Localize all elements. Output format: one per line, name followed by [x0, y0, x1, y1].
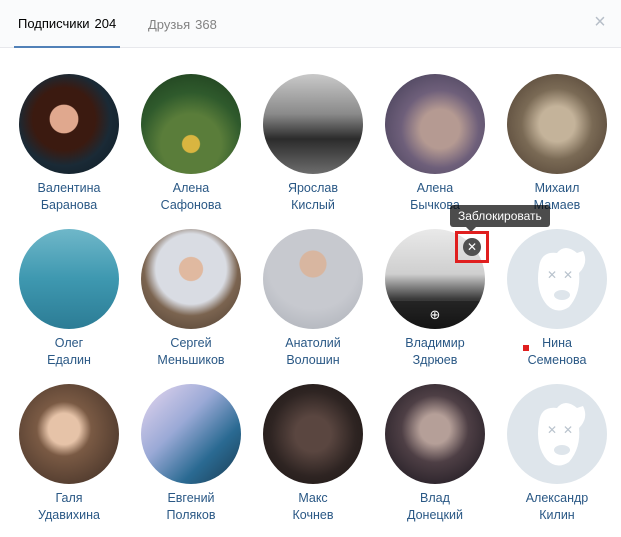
- avatar[interactable]: [19, 74, 119, 174]
- list-item: Галя Удавихина: [7, 384, 131, 524]
- last-name: Волошин: [286, 353, 340, 367]
- person-name[interactable]: Влад Донецкий: [373, 490, 497, 524]
- list-item: Евгений Поляков: [129, 384, 253, 524]
- first-name: Валентина: [37, 181, 101, 195]
- first-name: Ярослав: [287, 181, 339, 195]
- first-name: Алена: [172, 181, 210, 195]
- avatar[interactable]: [19, 229, 119, 329]
- first-name: Влад: [420, 491, 450, 505]
- last-name: Удавихина: [38, 508, 100, 522]
- list-item: Валентина Баранова: [7, 74, 131, 214]
- default-avatar-icon: ✕ ✕: [538, 248, 586, 311]
- tab-friends-count: 368: [195, 16, 217, 32]
- avatar[interactable]: [19, 384, 119, 484]
- list-item: Макс Кочнев: [251, 384, 375, 524]
- person-name[interactable]: Олег Едалин: [7, 335, 131, 369]
- list-item: Алена Сафонова: [129, 74, 253, 214]
- block-button[interactable]: ✕: [455, 231, 489, 263]
- avatar[interactable]: [141, 74, 241, 174]
- person-name[interactable]: Макс Кочнев: [251, 490, 375, 524]
- first-name: Евгений: [167, 491, 215, 505]
- svg-text:✕: ✕: [547, 423, 557, 437]
- close-icon[interactable]: ×: [589, 11, 611, 33]
- marker-dot: [523, 345, 529, 351]
- tabs-header: Подписчики 204 Друзья 368 ×: [0, 0, 621, 48]
- svg-text:✕: ✕: [563, 423, 573, 437]
- last-name: Едалин: [47, 353, 91, 367]
- list-item: Олег Едалин: [7, 229, 131, 369]
- person-name[interactable]: Валентина Баранова: [7, 180, 131, 214]
- avatar[interactable]: [141, 384, 241, 484]
- last-name: Кислый: [291, 198, 335, 212]
- last-name: Донецкий: [406, 508, 463, 522]
- list-item: ✕ ✕ Нина Семенова: [495, 229, 619, 369]
- avatar[interactable]: [385, 384, 485, 484]
- person-name[interactable]: Галя Удавихина: [7, 490, 131, 524]
- list-item: Сергей Меньшиков: [129, 229, 253, 369]
- avatar[interactable]: ✕ ✕: [507, 229, 607, 329]
- avatar[interactable]: [141, 229, 241, 329]
- person-name[interactable]: Владимир Здрюев: [373, 335, 497, 369]
- tab-subscribers[interactable]: Подписчики 204: [14, 0, 121, 48]
- last-name: Баранова: [40, 198, 98, 212]
- list-item: Влад Донецкий: [373, 384, 497, 524]
- first-name: Макс: [298, 491, 328, 505]
- first-name: Алена: [416, 181, 454, 195]
- avatar[interactable]: [263, 229, 363, 329]
- person-name[interactable]: Алена Сафонова: [129, 180, 253, 214]
- person-name[interactable]: Сергей Меньшиков: [129, 335, 253, 369]
- list-item: Алена Бычкова: [373, 74, 497, 214]
- avatar[interactable]: [263, 74, 363, 174]
- first-name: Сергей: [170, 336, 212, 350]
- first-name: Анатолий: [285, 336, 341, 350]
- tab-subscribers-count: 204: [94, 15, 117, 31]
- last-name: Сафонова: [160, 198, 222, 212]
- tab-subscribers-label: Подписчики: [18, 15, 90, 31]
- avatar[interactable]: [385, 74, 485, 174]
- last-name: Меньшиков: [157, 353, 225, 367]
- block-tooltip: Заблокировать: [450, 205, 550, 232]
- last-name: Поляков: [166, 508, 216, 522]
- last-name: Кочнев: [292, 508, 334, 522]
- tab-friends-label: Друзья: [148, 16, 191, 32]
- list-item: Анатолий Волошин: [251, 229, 375, 369]
- person-name[interactable]: Анатолий Волошин: [251, 335, 375, 369]
- avatar[interactable]: [507, 74, 607, 174]
- list-item: Ярослав Кислый: [251, 74, 375, 214]
- list-item: ✕ ✕ Александр Килин: [495, 384, 619, 524]
- first-name: Нина: [542, 336, 572, 350]
- first-name: Александр: [525, 491, 589, 505]
- person-name[interactable]: Ярослав Кислый: [251, 180, 375, 214]
- avatar[interactable]: [263, 384, 363, 484]
- list-item: Михаил Мамаев: [495, 74, 619, 214]
- default-avatar-icon: ✕ ✕: [538, 403, 586, 466]
- svg-text:✕: ✕: [547, 268, 557, 282]
- zoom-icon[interactable]: ⊕: [385, 301, 485, 329]
- avatar[interactable]: ✕ ✕: [507, 384, 607, 484]
- tab-friends[interactable]: Друзья 368: [148, 0, 217, 48]
- person-name[interactable]: Евгений Поляков: [129, 490, 253, 524]
- first-name: Галя: [55, 491, 83, 505]
- last-name: Семенова: [527, 353, 587, 367]
- first-name: Олег: [54, 336, 84, 350]
- subscribers-grid: Валентина Баранова Алена Сафонова Яросла…: [0, 48, 621, 537]
- person-name[interactable]: Александр Килин: [495, 490, 619, 524]
- last-name: Здрюев: [412, 353, 458, 367]
- close-circle-icon: ✕: [463, 238, 481, 256]
- person-name[interactable]: Нина Семенова: [495, 335, 619, 369]
- first-name: Владимир: [405, 336, 465, 350]
- first-name: Михаил: [534, 181, 580, 195]
- svg-text:✕: ✕: [563, 268, 573, 282]
- last-name: Килин: [539, 508, 575, 522]
